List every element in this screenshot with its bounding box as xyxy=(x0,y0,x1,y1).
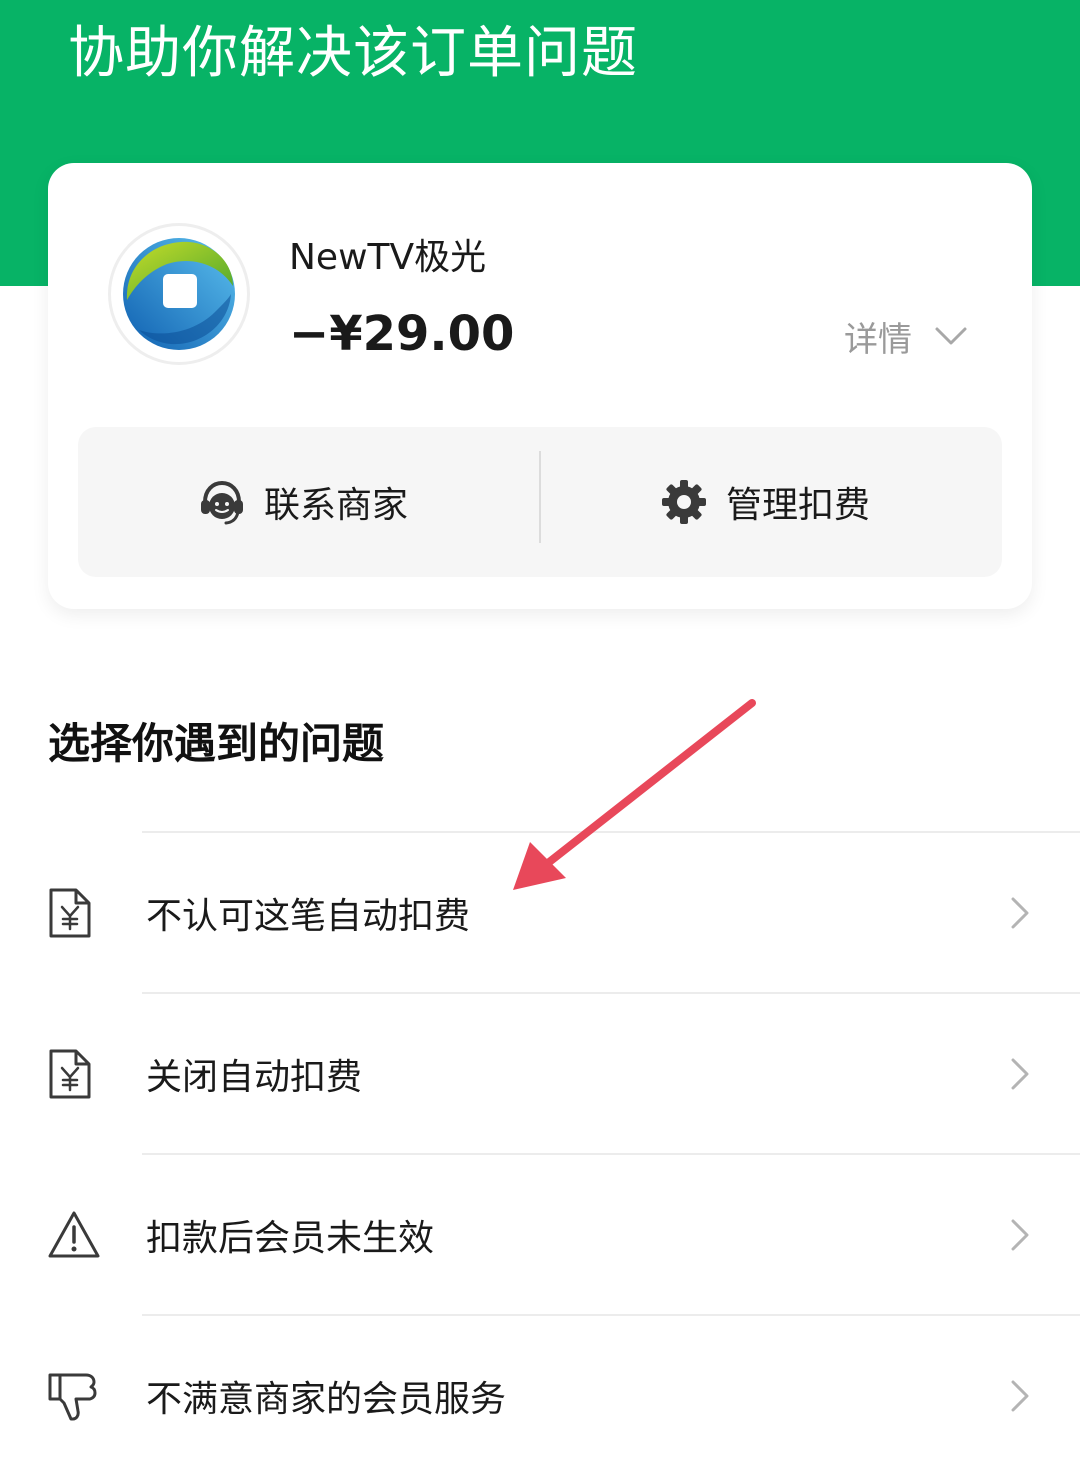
problem-label: 不认可这笔自动扣费 xyxy=(146,895,471,937)
contact-merchant-button[interactable]: 联系商家 xyxy=(196,427,408,577)
manage-deduction-button[interactable]: 管理扣费 xyxy=(658,427,870,577)
action-divider xyxy=(539,451,541,543)
contact-merchant-label: 联系商家 xyxy=(264,485,409,526)
merchant-logo xyxy=(108,223,250,365)
chevron-down-icon xyxy=(934,316,968,356)
details-label: 详情 xyxy=(844,319,912,360)
merchant-name: NewTV极光 xyxy=(289,237,487,278)
problem-item-unsatisfied-service[interactable]: 不满意商家的会员服务 xyxy=(48,1314,1080,1475)
newtv-logo-icon xyxy=(123,238,235,350)
yuan-document-icon xyxy=(46,1046,94,1102)
customer-service-icon xyxy=(196,476,248,528)
section-title: 选择你遇到的问题 xyxy=(48,719,385,768)
problem-list: 不认可这笔自动扣费 关闭自动扣费 扣款后会员未生效 不满意商家的会员服务 xyxy=(0,831,1080,1475)
order-card: NewTV极光 −¥29.00 详情 联系商家 管理扣费 xyxy=(48,163,1032,609)
warning-triangle-icon xyxy=(46,1209,102,1261)
manage-deduction-label: 管理扣费 xyxy=(726,485,871,526)
problem-item-membership-not-effective[interactable]: 扣款后会员未生效 xyxy=(48,1153,1080,1314)
details-toggle[interactable]: 详情 xyxy=(844,311,968,361)
problem-item-close-auto-deduction[interactable]: 关闭自动扣费 xyxy=(49,992,1080,1153)
problem-label: 不满意商家的会员服务 xyxy=(146,1378,507,1420)
problem-label: 关闭自动扣费 xyxy=(146,1056,363,1098)
yuan-document-icon xyxy=(46,885,94,941)
chevron-right-icon xyxy=(1010,1379,1030,1413)
chevron-right-icon xyxy=(1010,896,1030,930)
problem-label: 扣款后会员未生效 xyxy=(146,1217,435,1259)
order-amount: −¥29.00 xyxy=(289,306,515,362)
chevron-right-icon xyxy=(1010,1057,1030,1091)
chevron-right-icon xyxy=(1010,1218,1030,1252)
gear-icon xyxy=(658,476,710,528)
page-title: 协助你解决该订单问题 xyxy=(68,21,638,86)
thumbs-down-icon xyxy=(46,1369,100,1423)
problem-item-disapprove-deduction[interactable]: 不认可这笔自动扣费 xyxy=(49,831,1080,992)
action-bar: 联系商家 管理扣费 xyxy=(78,427,1002,577)
